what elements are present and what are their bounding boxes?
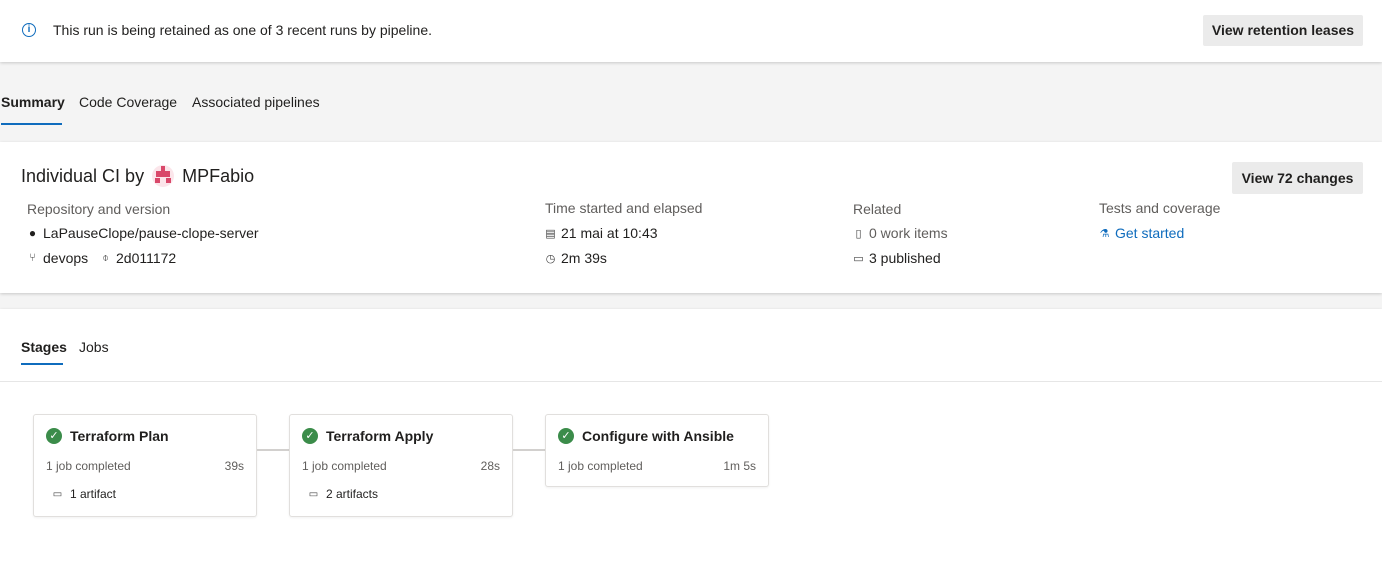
beaker-icon: ⚗ xyxy=(1099,227,1110,240)
calendar-icon: ▤ xyxy=(545,227,556,240)
stage-jobs-status: 1 job completed xyxy=(558,459,643,473)
tests-heading: Tests and coverage xyxy=(1099,200,1221,216)
work-item-icon: ▯ xyxy=(855,227,862,240)
stage-name: Terraform Plan xyxy=(70,428,169,444)
run-title: Individual CI by MPFabio xyxy=(21,165,254,187)
time-heading: Time started and elapsed xyxy=(545,200,703,216)
repository-link[interactable]: ● LaPauseClope/pause-clope-server xyxy=(27,225,259,241)
stage-terraform-apply[interactable]: ✓ Terraform Apply 1 job completed 28s ▭ … xyxy=(289,414,513,517)
stage-name: Configure with Ansible xyxy=(582,428,734,444)
elapsed-time: ◷ 2m 39s xyxy=(545,250,607,266)
success-check-icon: ✓ xyxy=(46,428,62,444)
tab-associated-pipelines[interactable]: Associated pipelines xyxy=(192,94,320,110)
repository-name: LaPauseClope/pause-clope-server xyxy=(43,225,259,241)
branch-name: devops xyxy=(43,250,89,266)
commit-hash: 2d011172 xyxy=(116,250,177,266)
related-heading: Related xyxy=(853,201,902,217)
start-time: ▤ 21 mai at 10:43 xyxy=(545,225,658,241)
stages-divider xyxy=(0,381,1382,382)
stage-artifacts-link[interactable]: ▭ 2 artifacts xyxy=(308,487,378,501)
branch-icon: ⑂ xyxy=(29,252,36,264)
stage-duration: 28s xyxy=(480,459,500,473)
stage-jobs-status: 1 job completed xyxy=(46,459,131,473)
run-title-prefix: Individual CI by xyxy=(21,165,145,186)
run-summary-card: Individual CI by MPFabio View 72 changes… xyxy=(0,142,1382,293)
avatar xyxy=(152,165,175,187)
repository-heading: Repository and version xyxy=(27,201,171,217)
info-icon: i xyxy=(22,23,36,37)
view-retention-leases-button[interactable]: View retention leases xyxy=(1203,15,1363,46)
stage-configure-with-ansible[interactable]: ✓ Configure with Ansible 1 job completed… xyxy=(545,414,769,487)
retention-banner: i This run is being retained as one of 3… xyxy=(0,0,1382,62)
stage-connector xyxy=(257,449,289,451)
success-check-icon: ✓ xyxy=(302,428,318,444)
stages-card: Stages Jobs ✓ Terraform Plan 1 job compl… xyxy=(0,309,1382,566)
stage-terraform-plan[interactable]: ✓ Terraform Plan 1 job completed 39s ▭ 1… xyxy=(33,414,257,517)
commit-link[interactable]: ⌽ 2d011172 xyxy=(100,250,176,266)
branch-link[interactable]: ⑂ devops xyxy=(27,250,88,266)
artifact-icon: ▭ xyxy=(853,252,864,265)
work-items: ▯ 0 work items xyxy=(853,225,947,241)
stage-artifacts-link[interactable]: ▭ 1 artifact xyxy=(52,487,116,501)
stage-connector xyxy=(513,449,545,451)
github-icon: ● xyxy=(28,226,37,240)
tab-stages-underline xyxy=(21,363,63,365)
tab-summary[interactable]: Summary xyxy=(1,94,65,110)
tab-summary-underline xyxy=(1,123,62,125)
clock-icon: ◷ xyxy=(545,252,556,265)
stage-jobs-status: 1 job completed xyxy=(302,459,387,473)
retention-message: This run is being retained as one of 3 r… xyxy=(53,22,433,38)
commit-icon: ⌽ xyxy=(102,251,109,264)
stage-duration: 39s xyxy=(224,459,244,473)
published-artifacts-link[interactable]: ▭ 3 published xyxy=(853,250,940,266)
stage-name: Terraform Apply xyxy=(326,428,434,444)
tab-stages[interactable]: Stages xyxy=(21,339,67,355)
get-started-link[interactable]: ⚗ Get started xyxy=(1099,225,1185,241)
artifact-icon: ▭ xyxy=(52,488,63,500)
run-user-name[interactable]: MPFabio xyxy=(182,166,254,187)
success-check-icon: ✓ xyxy=(558,428,574,444)
stage-duration: 1m 5s xyxy=(723,459,756,473)
tab-code-coverage[interactable]: Code Coverage xyxy=(79,94,177,110)
tab-jobs[interactable]: Jobs xyxy=(79,339,109,355)
artifact-icon: ▭ xyxy=(308,488,319,500)
view-changes-button[interactable]: View 72 changes xyxy=(1232,162,1363,194)
